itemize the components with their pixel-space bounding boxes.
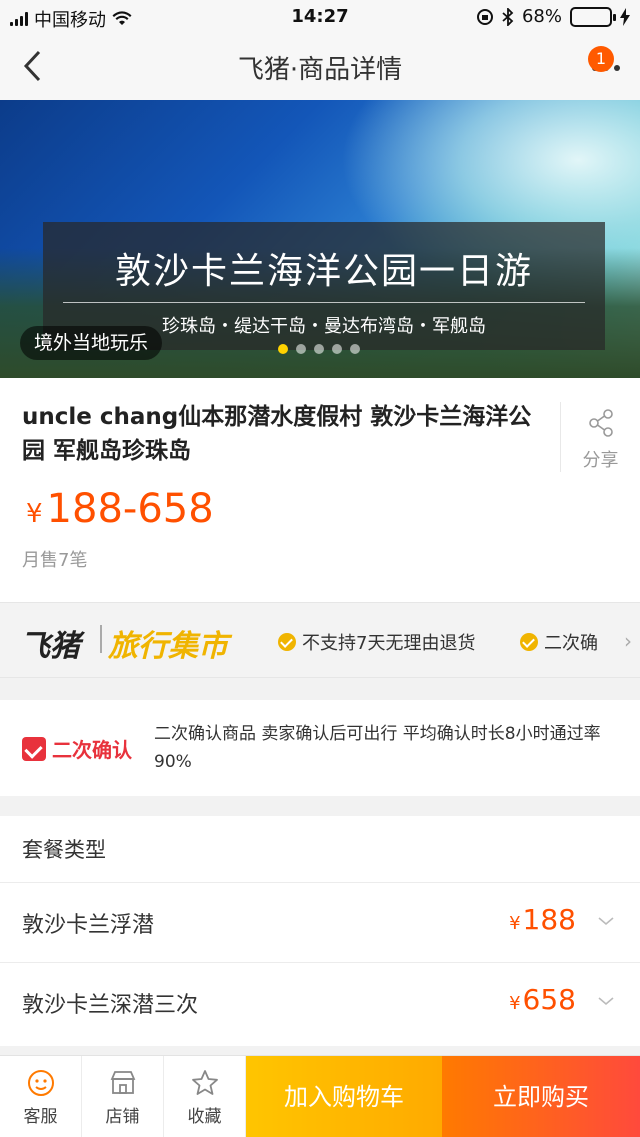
carousel-dot[interactable]: [296, 344, 306, 354]
more-button[interactable]: 1: [588, 46, 624, 86]
monthly-sales: 月售7笔: [22, 550, 88, 571]
share-icon: [588, 409, 613, 437]
battery-icon: [570, 6, 616, 27]
add-to-cart-button[interactable]: 加入购物车: [246, 1056, 442, 1137]
customer-service-button[interactable]: 客服: [0, 1056, 82, 1137]
package-name: 敦沙卡兰浮潜: [22, 913, 155, 938]
chevron-down-icon: [598, 917, 614, 926]
charging-icon: [620, 7, 630, 26]
share-button[interactable]: 分享: [560, 402, 640, 472]
banner-title: 敦沙卡兰海洋公园一日游: [114, 251, 533, 292]
carousel-dot[interactable]: [350, 344, 360, 354]
chevron-down-icon: [598, 997, 614, 1006]
bluetooth-icon: [502, 7, 514, 26]
favorite-button[interactable]: 收藏: [164, 1056, 246, 1137]
product-name: uncle chang仙本那潜水度假村 敦沙卡兰海洋公园 军舰岛珍珠岛: [22, 404, 532, 464]
product-info: uncle chang仙本那潜水度假村 敦沙卡兰海洋公园 军舰岛珍珠岛 分享 ¥…: [0, 378, 640, 602]
store-icon: [110, 1071, 135, 1094]
currency-symbol: ¥: [26, 499, 43, 529]
top-bar: 中国移动 14:27 68% 飞猪·商品详情 1: [0, 0, 640, 100]
rotation-lock-icon: [476, 8, 493, 25]
travel-market-logo: 旅行集市: [108, 629, 228, 664]
package-price: ¥658: [509, 983, 576, 1016]
confirm-text: 二次确认商品 卖家确认后可出行 平均确认时长8小时通过率90%: [154, 724, 601, 772]
store-button[interactable]: 店铺: [82, 1056, 164, 1137]
package-header: 套餐类型: [22, 838, 106, 862]
banner-tag: 境外当地玩乐: [20, 326, 163, 360]
market-strip[interactable]: 飞猪 旅行集市 不支持7天无理由退货 二次确 ›: [0, 602, 640, 678]
battery-percent: 68%: [521, 6, 562, 27]
package-option[interactable]: 敦沙卡兰浮潜 ¥188: [0, 882, 640, 962]
customer-service-icon: [27, 1070, 54, 1096]
product-banner[interactable]: 敦沙卡兰海洋公园一日游 珍珠岛・缇达干岛・曼达布湾岛・军舰岛 境外当地玩乐: [0, 100, 640, 378]
package-option[interactable]: 敦沙卡兰深潜三次 ¥658: [0, 962, 640, 1042]
feature-no-return: 不支持7天无理由退货: [278, 629, 475, 655]
shopping-bag-icon: [22, 736, 46, 761]
chevron-right-icon: ›: [624, 629, 632, 653]
confirm-label: 二次确认: [22, 734, 132, 763]
package-price: ¥188: [509, 903, 576, 936]
carousel-indicator: [278, 344, 360, 354]
carousel-dot[interactable]: [332, 344, 342, 354]
notification-badge: 1: [588, 46, 614, 72]
price-range: 188-658: [46, 486, 214, 532]
confirm-info: 二次确认 二次确认商品 卖家确认后可出行 平均确认时长8小时通过率90%: [0, 700, 640, 796]
nav-bar: 飞猪·商品详情 1: [0, 34, 640, 100]
feature-second-confirm: 二次确: [520, 629, 620, 655]
status-bar: 中国移动 14:27 68%: [0, 0, 640, 34]
fliggy-logo: 飞猪: [20, 629, 80, 664]
product-price: ¥188-658: [26, 486, 214, 532]
bottom-action-bar: 客服 店铺 收藏 加入购物车 立即购买: [0, 1055, 640, 1137]
carousel-dot[interactable]: [278, 344, 288, 354]
package-name: 敦沙卡兰深潜三次: [22, 993, 199, 1018]
carousel-dot[interactable]: [314, 344, 324, 354]
share-label: 分享: [582, 450, 619, 471]
star-icon: [191, 1070, 218, 1095]
package-section: 套餐类型 敦沙卡兰浮潜 ¥188 敦沙卡兰深潜三次 ¥658: [0, 816, 640, 1046]
page-title: 飞猪·商品详情: [237, 55, 403, 85]
check-icon: [278, 633, 296, 651]
check-icon: [520, 633, 538, 651]
buy-now-button[interactable]: 立即购买: [442, 1056, 640, 1137]
